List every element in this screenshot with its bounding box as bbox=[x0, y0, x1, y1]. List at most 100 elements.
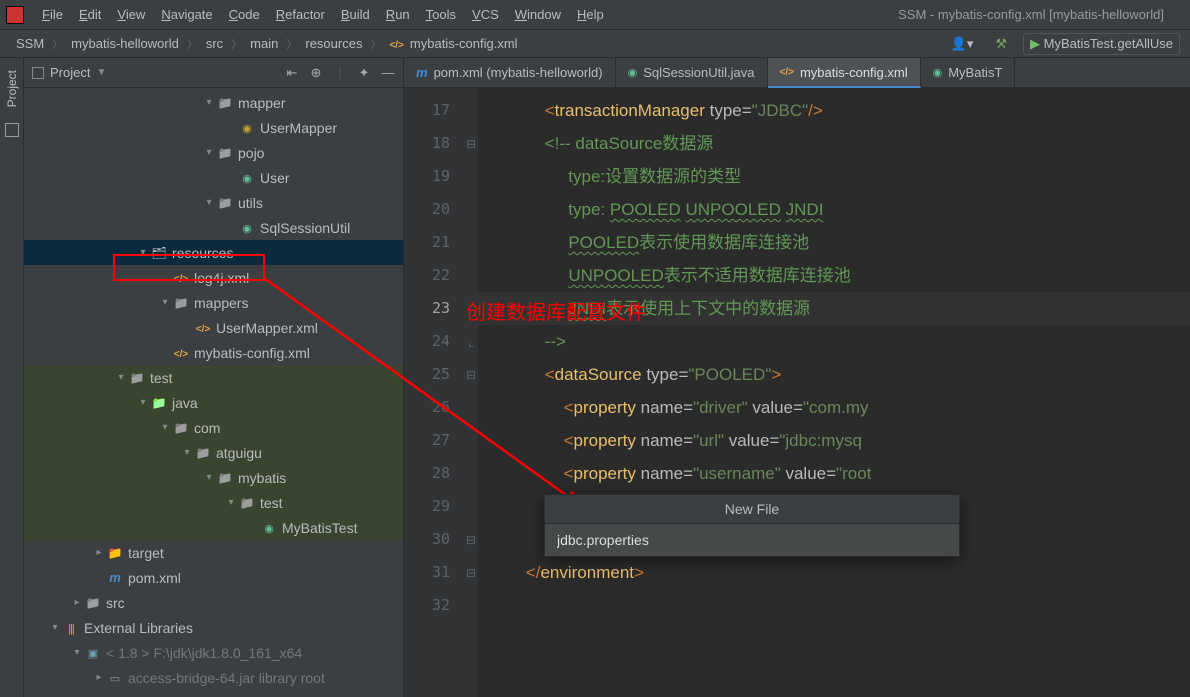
breadcrumb-part[interactable]: src bbox=[200, 36, 229, 51]
tree-item-sqlsessionutil[interactable]: SqlSessionUtil bbox=[24, 215, 403, 240]
tree-item-resources[interactable]: ▾resources bbox=[24, 240, 403, 265]
chevron-down-icon[interactable]: ▾ bbox=[224, 497, 238, 508]
chevron-down-icon[interactable]: ▾ bbox=[158, 297, 172, 308]
code-line[interactable]: <!-- dataSource数据源 bbox=[478, 127, 1190, 160]
menu-help[interactable]: Help bbox=[569, 5, 612, 24]
fold-marker[interactable] bbox=[464, 490, 478, 523]
code-editor[interactable]: <transactionManager type="JDBC"/> <!-- d… bbox=[478, 88, 1190, 697]
code-line[interactable]: <property name="url" value="jdbc:mysq bbox=[478, 424, 1190, 457]
tree-item-com[interactable]: ▾com bbox=[24, 415, 403, 440]
editor-tab[interactable]: SqlSessionUtil.java bbox=[616, 58, 768, 87]
menu-file[interactable]: File bbox=[34, 5, 71, 24]
code-line[interactable]: <dataSource type="POOLED"> bbox=[478, 358, 1190, 391]
tree-item-test[interactable]: ▾test bbox=[24, 365, 403, 390]
tree-item-java[interactable]: ▾java bbox=[24, 390, 403, 415]
code-line[interactable]: POOLED表示使用数据库连接池 bbox=[478, 226, 1190, 259]
code-line[interactable]: type:设置数据源的类型 bbox=[478, 160, 1190, 193]
fold-marker[interactable] bbox=[464, 226, 478, 259]
chevron-down-icon[interactable]: ▾ bbox=[136, 247, 150, 258]
new-file-input[interactable] bbox=[545, 524, 959, 556]
breadcrumb-part[interactable]: mybatis-helloworld bbox=[65, 36, 185, 51]
menu-edit[interactable]: Edit bbox=[71, 5, 109, 24]
chevron-down-icon[interactable]: ▾ bbox=[202, 147, 216, 158]
menu-view[interactable]: View bbox=[109, 5, 153, 24]
fold-marker[interactable] bbox=[464, 589, 478, 622]
tree-item-utils[interactable]: ▾utils bbox=[24, 190, 403, 215]
menu-build[interactable]: Build bbox=[333, 5, 378, 24]
fold-marker[interactable]: ⊟ bbox=[464, 127, 478, 160]
hide-icon[interactable]: — bbox=[381, 65, 395, 81]
fold-marker[interactable] bbox=[464, 259, 478, 292]
select-opened-icon[interactable]: ⊕ bbox=[309, 65, 323, 81]
chevron-down-icon[interactable]: ▾ bbox=[180, 447, 194, 458]
fold-marker[interactable] bbox=[464, 94, 478, 127]
fold-marker[interactable] bbox=[464, 193, 478, 226]
editor-tab[interactable]: mybatis-config.xml bbox=[768, 58, 921, 88]
chevron-down-icon[interactable]: ▾ bbox=[70, 647, 84, 658]
tree-item-log4j-xml[interactable]: log4j.xml bbox=[24, 265, 403, 290]
fold-marker[interactable] bbox=[464, 424, 478, 457]
user-icon[interactable]: 👤▾ bbox=[945, 34, 980, 54]
tree-item-mappers[interactable]: ▾mappers bbox=[24, 290, 403, 315]
tree-item-src[interactable]: ▸src bbox=[24, 590, 403, 615]
tree-item-pojo[interactable]: ▾pojo bbox=[24, 140, 403, 165]
tree-item-mybatis[interactable]: ▾mybatis bbox=[24, 465, 403, 490]
fold-marker[interactable] bbox=[464, 457, 478, 490]
menu-vcs[interactable]: VCS bbox=[464, 5, 507, 24]
breadcrumb-part[interactable]: mybatis-config.xml bbox=[383, 36, 523, 51]
tree-item-test[interactable]: ▾test bbox=[24, 490, 403, 515]
tree-item-atguigu[interactable]: ▾atguigu bbox=[24, 440, 403, 465]
fold-marker[interactable]: ⌞ bbox=[464, 325, 478, 358]
editor-tab[interactable]: MyBatisT bbox=[921, 58, 1016, 87]
menu-code[interactable]: Code bbox=[221, 5, 268, 24]
code-line[interactable]: type: POOLED UNPOOLED JNDI bbox=[478, 193, 1190, 226]
chevron-down-icon[interactable]: ▾ bbox=[114, 372, 128, 383]
settings-icon[interactable]: ✦ bbox=[357, 65, 371, 81]
breadcrumb-part[interactable]: main bbox=[244, 36, 284, 51]
tree-item-target[interactable]: ▸target bbox=[24, 540, 403, 565]
chevron-down-icon[interactable]: ▾ bbox=[202, 472, 216, 483]
structure-tool-button[interactable] bbox=[5, 123, 19, 137]
fold-marker[interactable]: ⊟ bbox=[464, 556, 478, 589]
tree-item-mapper[interactable]: ▾mapper bbox=[24, 90, 403, 115]
build-icon[interactable]: ⚒ bbox=[989, 34, 1013, 54]
editor-tab[interactable]: pom.xml (mybatis-helloworld) bbox=[404, 58, 616, 87]
chevron-right-icon[interactable]: ▸ bbox=[70, 597, 84, 608]
fold-marker[interactable]: ⊟ bbox=[464, 523, 478, 556]
menu-window[interactable]: Window bbox=[507, 5, 569, 24]
tree-item-usermapper[interactable]: UserMapper bbox=[24, 115, 403, 140]
menu-tools[interactable]: Tools bbox=[418, 5, 464, 24]
code-line[interactable] bbox=[478, 589, 1190, 622]
code-line[interactable]: </environment> bbox=[478, 556, 1190, 589]
project-tool-button[interactable]: Project bbox=[5, 66, 19, 111]
chevron-down-icon[interactable]: ▾ bbox=[136, 397, 150, 408]
code-line[interactable]: --> bbox=[478, 325, 1190, 358]
breadcrumb-part[interactable]: SSM bbox=[10, 36, 50, 51]
tree-item-mybatis-config-xml[interactable]: mybatis-config.xml bbox=[24, 340, 403, 365]
tree-item--1-8-f-jdk-jdk1-8-0-161-x64[interactable]: ▾< 1.8 > F:\jdk\jdk1.8.0_161_x64 bbox=[24, 640, 403, 665]
menu-refactor[interactable]: Refactor bbox=[268, 5, 333, 24]
chevron-down-icon[interactable]: ▾ bbox=[48, 622, 62, 633]
tree-item-user[interactable]: User bbox=[24, 165, 403, 190]
code-line[interactable]: <transactionManager type="JDBC"/> bbox=[478, 94, 1190, 127]
tree-item-usermapper-xml[interactable]: UserMapper.xml bbox=[24, 315, 403, 340]
fold-marker[interactable] bbox=[464, 160, 478, 193]
code-line[interactable]: UNPOOLED表示不适用数据库连接池 bbox=[478, 259, 1190, 292]
project-tree[interactable]: ▾mapperUserMapper▾pojoUser▾utilsSqlSessi… bbox=[24, 88, 403, 697]
menu-run[interactable]: Run bbox=[378, 5, 418, 24]
code-line[interactable]: <property name="driver" value="com.my bbox=[478, 391, 1190, 424]
chevron-right-icon[interactable]: ▸ bbox=[92, 672, 106, 683]
menu-navigate[interactable]: Navigate bbox=[153, 5, 220, 24]
breadcrumb-part[interactable]: resources bbox=[299, 36, 368, 51]
collapse-icon[interactable]: ⇤ bbox=[285, 65, 299, 81]
tree-item-access-bridge-64-jar-library-root[interactable]: ▸access-bridge-64.jar library root bbox=[24, 665, 403, 690]
run-config-selector[interactable]: ▶ MyBatisTest.getAllUse bbox=[1023, 33, 1180, 55]
tree-item-mybatistest[interactable]: MyBatisTest bbox=[24, 515, 403, 540]
chevron-down-icon[interactable]: ▾ bbox=[202, 97, 216, 108]
code-line[interactable]: <property name="username" value="root bbox=[478, 457, 1190, 490]
tree-item-external-libraries[interactable]: ▾External Libraries bbox=[24, 615, 403, 640]
chevron-down-icon[interactable]: ▾ bbox=[158, 422, 172, 433]
tree-item-pom-xml[interactable]: pom.xml bbox=[24, 565, 403, 590]
chevron-right-icon[interactable]: ▸ bbox=[92, 547, 106, 558]
chevron-down-icon[interactable]: ▾ bbox=[202, 197, 216, 208]
